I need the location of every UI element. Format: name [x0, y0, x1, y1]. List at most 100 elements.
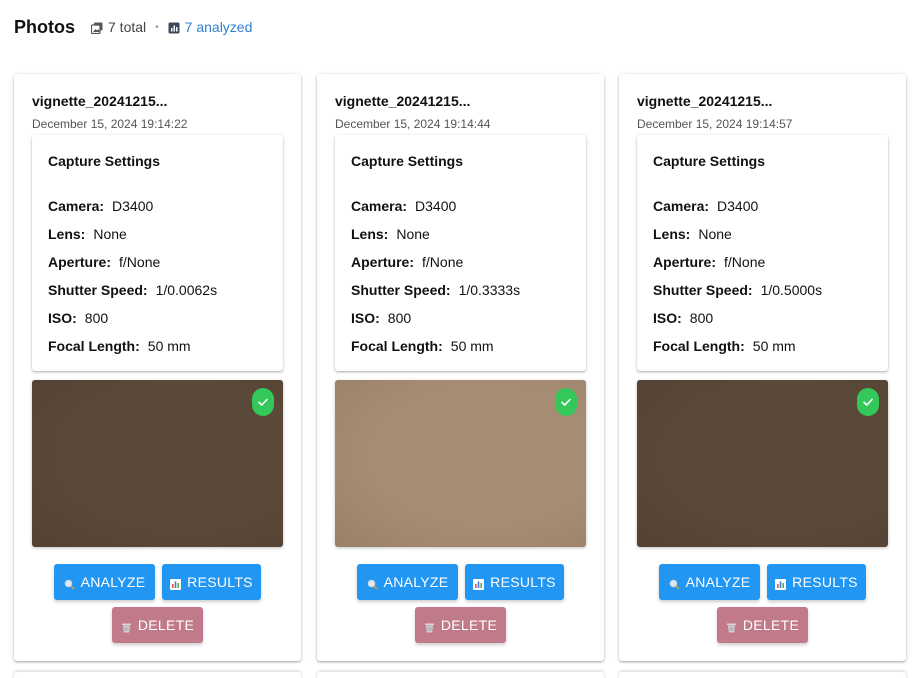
- shutter-label: Shutter Speed:: [653, 282, 753, 298]
- iso-label: ISO:: [653, 310, 682, 326]
- analyzed-check-icon: [857, 388, 879, 416]
- bar-chart-icon: [775, 577, 787, 590]
- photo-timestamp: December 15, 2024 19:14:57: [637, 117, 793, 131]
- iso-label: ISO:: [351, 310, 380, 326]
- results-button[interactable]: RESULTS: [162, 564, 261, 600]
- page-title: Photos: [14, 16, 75, 37]
- trash-icon: [121, 620, 132, 632]
- capture-settings-panel: Capture Settings Camera: D3400 Lens: None …: [32, 135, 283, 371]
- aperture-value: f/None: [724, 254, 766, 270]
- photo-preview[interactable]: [335, 380, 586, 547]
- focal-label: Focal Length:: [653, 338, 745, 354]
- lens-row: Lens: None: [351, 226, 430, 242]
- focal-row: Focal Length: 50 mm: [653, 338, 796, 354]
- bar-chart-icon: [473, 577, 485, 590]
- analyze-button[interactable]: ANALYZE: [659, 564, 760, 600]
- iso-row: ISO: 800: [653, 310, 713, 326]
- capture-settings-title: Capture Settings: [351, 153, 464, 169]
- photo-timestamp: December 15, 2024 19:14:44: [335, 117, 491, 131]
- focal-label: Focal Length:: [48, 338, 140, 354]
- aperture-row: Aperture: f/None: [351, 254, 463, 270]
- photo-filename: vignette_20241215...: [32, 93, 168, 109]
- page-header: Photos 7 total • 7 analyzed: [14, 16, 252, 38]
- photo-library-icon: [90, 21, 103, 35]
- photo-timestamp: December 15, 2024 19:14:22: [32, 117, 188, 131]
- total-count: 7 total: [90, 19, 147, 35]
- photo-preview[interactable]: [637, 380, 888, 547]
- iso-row: ISO: 800: [351, 310, 411, 326]
- camera-value: D3400: [112, 198, 154, 214]
- lens-label: Lens:: [48, 226, 86, 242]
- camera-value: D3400: [415, 198, 457, 214]
- results-label: RESULTS: [792, 574, 858, 590]
- delete-button[interactable]: DELETE: [717, 607, 808, 643]
- camera-row: Camera: D3400: [48, 198, 153, 214]
- photo-card-next-row: [14, 672, 301, 678]
- analyzed-check-icon: [555, 388, 577, 416]
- aperture-value: f/None: [119, 254, 161, 270]
- analyze-button[interactable]: ANALYZE: [54, 564, 155, 600]
- total-count-label: 7 total: [108, 19, 147, 35]
- analyzed-count[interactable]: 7 analyzed: [168, 19, 252, 35]
- shutter-label: Shutter Speed:: [351, 282, 451, 298]
- lens-row: Lens: None: [653, 226, 732, 242]
- capture-settings-title: Capture Settings: [48, 153, 161, 169]
- results-button[interactable]: RESULTS: [767, 564, 866, 600]
- results-label: RESULTS: [187, 574, 253, 590]
- iso-value: 800: [689, 310, 714, 326]
- trash-icon: [726, 620, 737, 632]
- shutter-value: 1/0.5000s: [760, 282, 823, 298]
- camera-row: Camera: D3400: [653, 198, 758, 214]
- capture-settings-panel: Capture Settings Camera: D3400 Lens: None …: [335, 135, 586, 371]
- analyze-label: ANALYZE: [80, 574, 146, 590]
- shutter-row: Shutter Speed: 1/0.3333s: [351, 282, 520, 298]
- photo-preview[interactable]: [32, 380, 283, 547]
- photo-filename: vignette_20241215...: [335, 93, 471, 109]
- photo-card: vignette_20241215... December 15, 2024 1…: [317, 74, 604, 661]
- magnifier-icon: [367, 577, 378, 590]
- camera-label: Camera:: [48, 198, 105, 214]
- shutter-row: Shutter Speed: 1/0.0062s: [48, 282, 217, 298]
- iso-row: ISO: 800: [48, 310, 108, 326]
- aperture-row: Aperture: f/None: [48, 254, 160, 270]
- focal-row: Focal Length: 50 mm: [48, 338, 191, 354]
- analyzed-check-icon: [252, 388, 274, 416]
- shutter-row: Shutter Speed: 1/0.5000s: [653, 282, 822, 298]
- photo-card-next-row: [317, 672, 604, 678]
- photo-card: vignette_20241215... December 15, 2024 1…: [619, 74, 906, 661]
- aperture-label: Aperture:: [653, 254, 717, 270]
- capture-settings-title: Capture Settings: [653, 153, 766, 169]
- delete-label: DELETE: [742, 617, 800, 633]
- lens-value: None: [698, 226, 732, 242]
- delete-button[interactable]: DELETE: [112, 607, 203, 643]
- photo-filename: vignette_20241215...: [637, 93, 773, 109]
- magnifier-icon: [669, 577, 680, 590]
- photo-card-next-row: [619, 672, 906, 678]
- analyze-label: ANALYZE: [685, 574, 751, 590]
- analyze-button[interactable]: ANALYZE: [357, 564, 458, 600]
- results-label: RESULTS: [490, 574, 556, 590]
- shutter-label: Shutter Speed:: [48, 282, 148, 298]
- lens-row: Lens: None: [48, 226, 127, 242]
- results-button[interactable]: RESULTS: [465, 564, 564, 600]
- shutter-value: 1/0.0062s: [155, 282, 218, 298]
- camera-row: Camera: D3400: [351, 198, 456, 214]
- delete-label: DELETE: [440, 617, 498, 633]
- header-separator: •: [155, 21, 159, 33]
- lens-value: None: [396, 226, 430, 242]
- aperture-label: Aperture:: [351, 254, 415, 270]
- bar-chart-icon: [168, 21, 180, 34]
- focal-value: 50 mm: [147, 338, 191, 354]
- capture-settings-panel: Capture Settings Camera: D3400 Lens: None …: [637, 135, 888, 371]
- bar-chart-icon: [170, 577, 182, 590]
- iso-value: 800: [84, 310, 109, 326]
- trash-icon: [424, 620, 435, 632]
- delete-button[interactable]: DELETE: [415, 607, 506, 643]
- aperture-value: f/None: [422, 254, 464, 270]
- focal-value: 50 mm: [450, 338, 494, 354]
- camera-label: Camera:: [351, 198, 408, 214]
- magnifier-icon: [64, 577, 75, 590]
- aperture-label: Aperture:: [48, 254, 112, 270]
- delete-label: DELETE: [137, 617, 195, 633]
- iso-label: ISO:: [48, 310, 77, 326]
